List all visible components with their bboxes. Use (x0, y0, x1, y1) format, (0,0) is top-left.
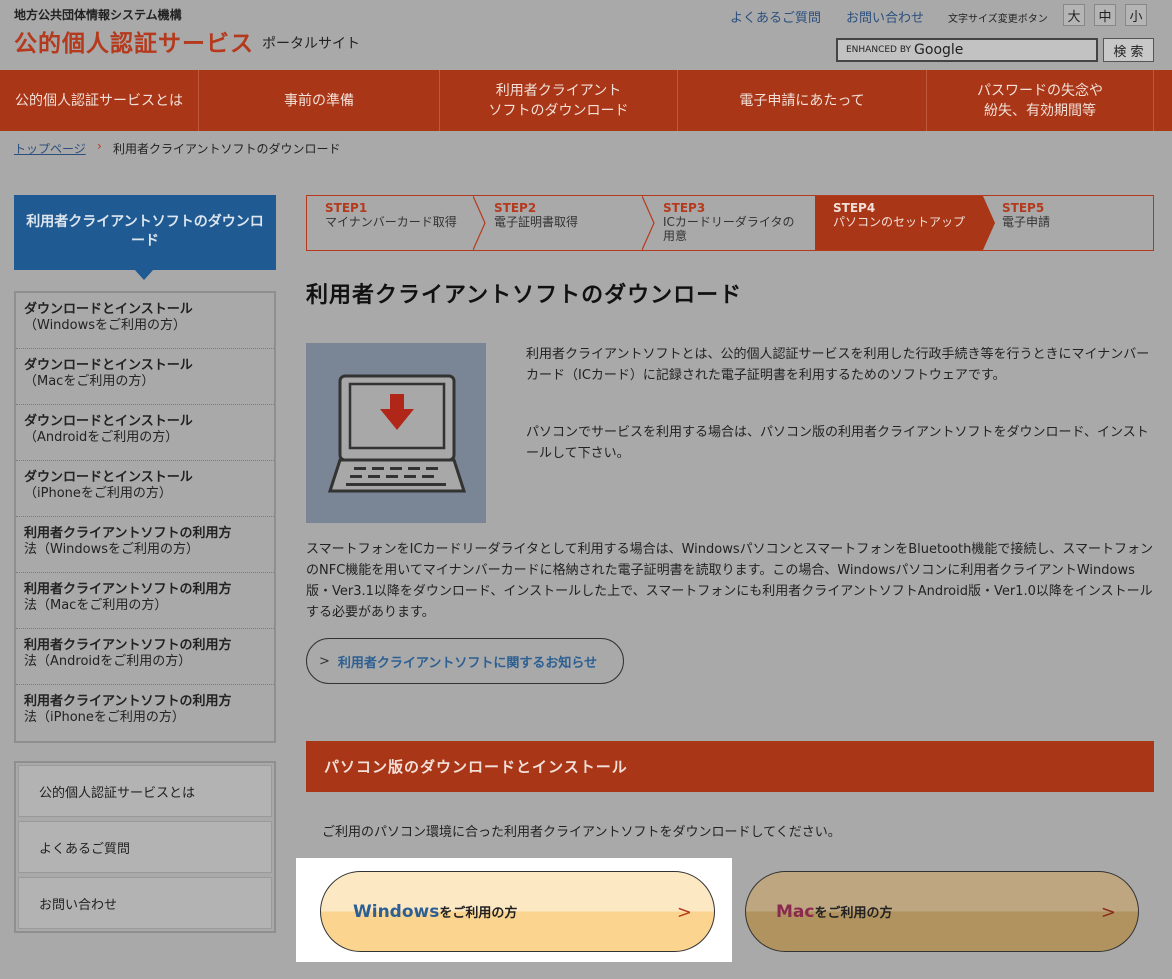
contact-link[interactable]: お問い合わせ (846, 7, 924, 26)
sidebar-item-sublabel: （Androidをご利用の方） (24, 430, 179, 445)
sidebar-item-sublabel: （iPhoneをご利用の方） (24, 486, 172, 501)
client-software-notice-button[interactable]: > 利用者クライアントソフトに関するお知らせ (306, 638, 624, 684)
step-number: STEP3 (663, 201, 706, 215)
sidebar-item-label: 利用者クライアントソフトの利用方 (24, 694, 232, 709)
step-3: STEP3 ICカードリーダライタの用意 (645, 196, 813, 250)
step-indicator: STEP1 マイナンバーカード取得 STEP2 電子証明書取得 STEP3 IC… (306, 195, 1154, 251)
windows-download-button[interactable]: Windows をご利用の方 > (320, 871, 715, 952)
step-label: 電子証明書取得 (494, 215, 579, 229)
nav-item-download[interactable]: 利用者クライアント ソフトのダウンロード (440, 70, 678, 131)
breadcrumb-separator-icon: › (97, 139, 102, 153)
sidebar-item-usage-mac[interactable]: 利用者クライアントソフトの利用方 法（Macをご利用の方） (16, 573, 274, 629)
notice-button-label: 利用者クライアントソフトに関するお知らせ (337, 655, 598, 671)
step-label: ICカードリーダライタの用意 (663, 215, 795, 243)
mac-download-button[interactable]: Mac をご利用の方 > (745, 871, 1139, 952)
step-label: 電子申請 (1002, 215, 1051, 229)
org-name: 地方公共団体情報システム機構 (14, 8, 182, 22)
pc-download-section-heading: パソコン版のダウンロードとインストール (306, 741, 1154, 792)
laptop-download-illustration-icon (306, 343, 486, 523)
nav-item-password[interactable]: パスワードの失念や 紛失、有効期間等 (927, 70, 1154, 131)
pc-download-description: ご利用のパソコン環境に合った利用者クライアントソフトをダウンロードしてください。 (322, 825, 841, 840)
step-5: STEP5 電子申請 (984, 196, 1152, 250)
sidebar-item-install-iphone[interactable]: ダウンロードとインストール （iPhoneをご利用の方） (16, 461, 274, 517)
sidebar-link-contact[interactable]: お問い合わせ (18, 877, 272, 929)
sidebar-item-install-mac[interactable]: ダウンロードとインストール （Macをご利用の方） (16, 349, 274, 405)
font-size-large-button[interactable]: 大 (1063, 4, 1085, 26)
sidebar-item-usage-windows[interactable]: 利用者クライアントソフトの利用方 法（Windowsをご利用の方） (16, 517, 274, 573)
sidebar-item-install-android[interactable]: ダウンロードとインストール （Androidをご利用の方） (16, 405, 274, 461)
step-number: STEP5 (1002, 201, 1045, 215)
chevron-right-icon: > (676, 902, 692, 923)
sidebar-item-sublabel: （Macをご利用の方） (24, 374, 155, 389)
sidebar-menu: ダウンロードとインストール （Windowsをご利用の方） ダウンロードとインスト… (14, 291, 276, 743)
windows-suffix-label: をご利用の方 (439, 906, 518, 921)
font-size-label: 文字サイズ変更ボタン (948, 14, 1048, 25)
sidebar-link-faq[interactable]: よくあるご質問 (18, 821, 272, 873)
search-enhanced-label: ENHANCED BY (846, 45, 912, 55)
sidebar-item-install-windows[interactable]: ダウンロードとインストール （Windowsをご利用の方） (16, 293, 274, 349)
sidebar-item-sublabel: 法（iPhoneをご利用の方） (24, 710, 185, 725)
mac-os-label: Mac (776, 901, 815, 922)
sidebar-item-sublabel: （Windowsをご利用の方） (24, 318, 187, 333)
step-number: STEP1 (325, 201, 368, 215)
sidebar-item-usage-iphone[interactable]: 利用者クライアントソフトの利用方 法（iPhoneをご利用の方） (16, 685, 274, 741)
sidebar-item-sublabel: 法（Androidをご利用の方） (24, 654, 192, 669)
smartphone-paragraph: スマートフォンをICカードリーダライタとして利用する場合は、Windowsパソコ… (306, 542, 1153, 620)
nav-item-e-application[interactable]: 電子申請にあたって (678, 70, 927, 131)
step-1: STEP1 マイナンバーカード取得 (307, 196, 475, 250)
mac-suffix-label: をご利用の方 (814, 906, 893, 921)
page-title: 利用者クライアントソフトのダウンロード (306, 283, 743, 308)
sidebar-item-label: 利用者クライアントソフトの利用方 (24, 526, 232, 541)
search-button[interactable]: 検 索 (1103, 38, 1154, 62)
sidebar-item-label: ダウンロードとインストール (24, 358, 193, 373)
font-size-small-button[interactable]: 小 (1125, 4, 1147, 26)
sidebar-item-sublabel: 法（Macをご利用の方） (24, 598, 168, 613)
sidebar-item-sublabel: 法（Windowsをご利用の方） (24, 542, 200, 557)
step-label: パソコンのセットアップ (833, 215, 966, 229)
search-input[interactable]: ENHANCED BY Google (836, 38, 1098, 62)
font-size-medium-button[interactable]: 中 (1094, 4, 1116, 26)
sidebar-item-usage-android[interactable]: 利用者クライアントソフトの利用方 法（Androidをご利用の方） (16, 629, 274, 685)
pc-paragraph: パソコンでサービスを利用する場合は、パソコン版の利用者クライアントソフトをダウン… (526, 425, 1149, 461)
sidebar-item-label: ダウンロードとインストール (24, 302, 193, 317)
sidebar-heading-arrow-icon (134, 269, 154, 280)
step-4-current: STEP4 パソコンのセットアップ (815, 196, 983, 250)
step-2: STEP2 電子証明書取得 (476, 196, 644, 250)
google-label: Google (914, 42, 964, 58)
sidebar-links: 公的個人認証サービスとは よくあるご質問 お問い合わせ (14, 761, 276, 933)
step-number: STEP2 (494, 201, 537, 215)
sidebar-item-label: 利用者クライアントソフトの利用方 (24, 582, 232, 597)
nav-item-preparation[interactable]: 事前の準備 (199, 70, 440, 131)
chevron-right-icon: > (1100, 902, 1116, 923)
sidebar-item-label: 利用者クライアントソフトの利用方 (24, 638, 232, 653)
sidebar-item-label: ダウンロードとインストール (24, 470, 193, 485)
step-number: STEP4 (833, 201, 876, 215)
step-label: マイナンバーカード取得 (325, 215, 457, 229)
global-nav: 公的個人認証サービスとは 事前の準備 利用者クライアント ソフトのダウンロード … (0, 70, 1172, 131)
site-logo-title[interactable]: 公的個人認証サービス (14, 24, 254, 58)
windows-os-label: Windows (353, 901, 440, 922)
faq-link[interactable]: よくあるご質問 (730, 7, 821, 26)
chevron-right-icon: > (319, 653, 330, 669)
sidebar-heading[interactable]: 利用者クライアントソフトのダウンロード (14, 195, 276, 270)
breadcrumb-current: 利用者クライアントソフトのダウンロード (113, 142, 341, 156)
sidebar-link-about[interactable]: 公的個人認証サービスとは (18, 765, 272, 817)
site-subtitle: ポータルサイト (262, 36, 360, 52)
nav-item-about[interactable]: 公的個人認証サービスとは (0, 70, 199, 131)
sidebar-item-label: ダウンロードとインストール (24, 414, 193, 429)
breadcrumb-home-link[interactable]: トップページ (14, 140, 86, 157)
intro-paragraph: 利用者クライアントソフトとは、公的個人認証サービスを利用した行政手続き等を行うと… (526, 347, 1150, 383)
